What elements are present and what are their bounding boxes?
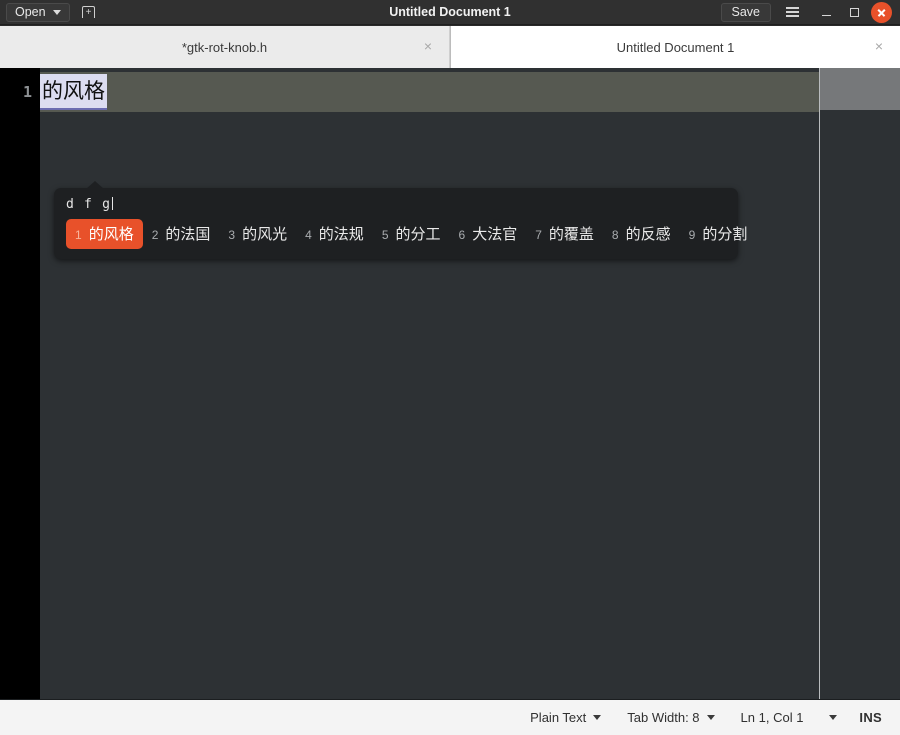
language-label: Plain Text <box>530 710 586 725</box>
chevron-down-icon <box>593 715 601 720</box>
new-tab-button[interactable]: + <box>78 3 100 22</box>
line-number: 1 <box>0 72 40 112</box>
close-icon <box>877 8 886 17</box>
text-cursor-icon <box>112 197 113 210</box>
current-line-highlight: 的风格 <box>40 72 819 112</box>
status-bar: Plain Text Tab Width: 8 Ln 1, Col 1 INS <box>0 699 900 735</box>
position-dropdown[interactable] <box>829 715 837 720</box>
ime-preedit-text: 的风格 <box>40 74 107 110</box>
tab-width-label: Tab Width: 8 <box>627 710 699 725</box>
candidate-number: 3 <box>228 228 235 242</box>
hamburger-line <box>786 7 799 8</box>
ime-candidate-3[interactable]: 3 的风光 <box>219 219 296 249</box>
ime-candidate-8[interactable]: 8 的反感 <box>603 219 680 249</box>
ime-candidate-2[interactable]: 2 的法国 <box>143 219 220 249</box>
candidate-word: 大法官 <box>472 223 517 244</box>
new-tab-icon: + <box>82 6 95 18</box>
candidate-number: 2 <box>152 228 159 242</box>
ime-candidate-4[interactable]: 4 的法规 <box>296 219 373 249</box>
candidate-number: 5 <box>382 228 389 242</box>
text-view[interactable]: 的风格 d f g 1 的风格 2 的法国 3 的 <box>40 68 819 699</box>
editor-area: 1 的风格 d f g 1 的风格 2 的法国 <box>0 68 900 699</box>
save-button[interactable]: Save <box>721 3 772 22</box>
minimize-icon <box>822 15 831 17</box>
open-button-label: Open <box>15 5 46 19</box>
candidate-word: 的法国 <box>165 223 210 244</box>
ime-candidate-list: 1 的风格 2 的法国 3 的风光 4 的法规 <box>66 219 726 249</box>
maximize-icon <box>850 8 859 17</box>
header-right-group: Save <box>721 2 895 23</box>
gedit-window: Untitled Document 1 Open + Save <box>0 0 900 735</box>
candidate-word: 的风光 <box>242 223 287 244</box>
ime-candidate-7[interactable]: 7 的覆盖 <box>526 219 603 249</box>
open-button[interactable]: Open <box>6 3 70 22</box>
ime-raw-input: d f g <box>66 197 726 213</box>
candidate-word: 的覆盖 <box>549 223 594 244</box>
chevron-down-icon <box>53 10 61 15</box>
candidate-word: 的风格 <box>89 223 134 244</box>
tab-bar: *gtk-rot-knob.h × Untitled Document 1 × <box>0 25 900 68</box>
hamburger-line <box>786 11 799 12</box>
insert-mode-indicator: INS <box>859 710 882 725</box>
tab-gtk-rot-knob[interactable]: *gtk-rot-knob.h × <box>0 26 450 68</box>
save-button-label: Save <box>732 5 761 19</box>
candidate-number: 7 <box>535 228 542 242</box>
hamburger-menu-icon[interactable] <box>779 2 805 22</box>
candidate-number: 1 <box>75 228 82 242</box>
candidate-number: 4 <box>305 228 312 242</box>
candidate-word: 的分割 <box>702 223 747 244</box>
chevron-down-icon <box>829 715 837 720</box>
ime-candidate-6[interactable]: 6 大法官 <box>450 219 527 249</box>
maximize-button[interactable] <box>841 2 867 22</box>
minimize-button[interactable] <box>813 2 839 22</box>
candidate-word: 的分工 <box>396 223 441 244</box>
candidate-word: 的反感 <box>626 223 671 244</box>
cursor-position: Ln 1, Col 1 <box>741 710 804 725</box>
scrollbar-region[interactable] <box>820 68 900 699</box>
ime-candidate-9[interactable]: 9 的分割 <box>680 219 757 249</box>
scrollbar-thumb[interactable] <box>820 68 900 110</box>
tab-label: Untitled Document 1 <box>617 40 735 55</box>
ime-raw-input-text: d f g <box>66 197 111 212</box>
close-button[interactable] <box>871 2 892 23</box>
candidate-number: 8 <box>612 228 619 242</box>
ime-candidate-1[interactable]: 1 的风格 <box>66 219 143 249</box>
header-left-group: Open + <box>6 3 100 22</box>
ime-candidate-popup[interactable]: d f g 1 的风格 2 的法国 3 的风光 4 <box>54 188 738 259</box>
tab-label: *gtk-rot-knob.h <box>182 40 267 55</box>
tab-untitled-document-1[interactable]: Untitled Document 1 × <box>450 26 900 68</box>
language-selector[interactable]: Plain Text <box>530 710 601 725</box>
tab-close-icon[interactable]: × <box>872 40 886 54</box>
candidate-word: 的法规 <box>319 223 364 244</box>
popup-notch-icon <box>86 181 104 189</box>
candidate-number: 9 <box>689 228 696 242</box>
candidate-number: 6 <box>459 228 466 242</box>
header-bar: Untitled Document 1 Open + Save <box>0 0 900 25</box>
tab-close-icon[interactable]: × <box>421 40 435 54</box>
chevron-down-icon <box>707 715 715 720</box>
ime-candidate-5[interactable]: 5 的分工 <box>373 219 450 249</box>
line-number-gutter: 1 <box>0 68 40 699</box>
cursor-position-label: Ln 1, Col 1 <box>741 710 804 725</box>
hamburger-line <box>786 15 799 16</box>
tab-width-selector[interactable]: Tab Width: 8 <box>627 710 714 725</box>
